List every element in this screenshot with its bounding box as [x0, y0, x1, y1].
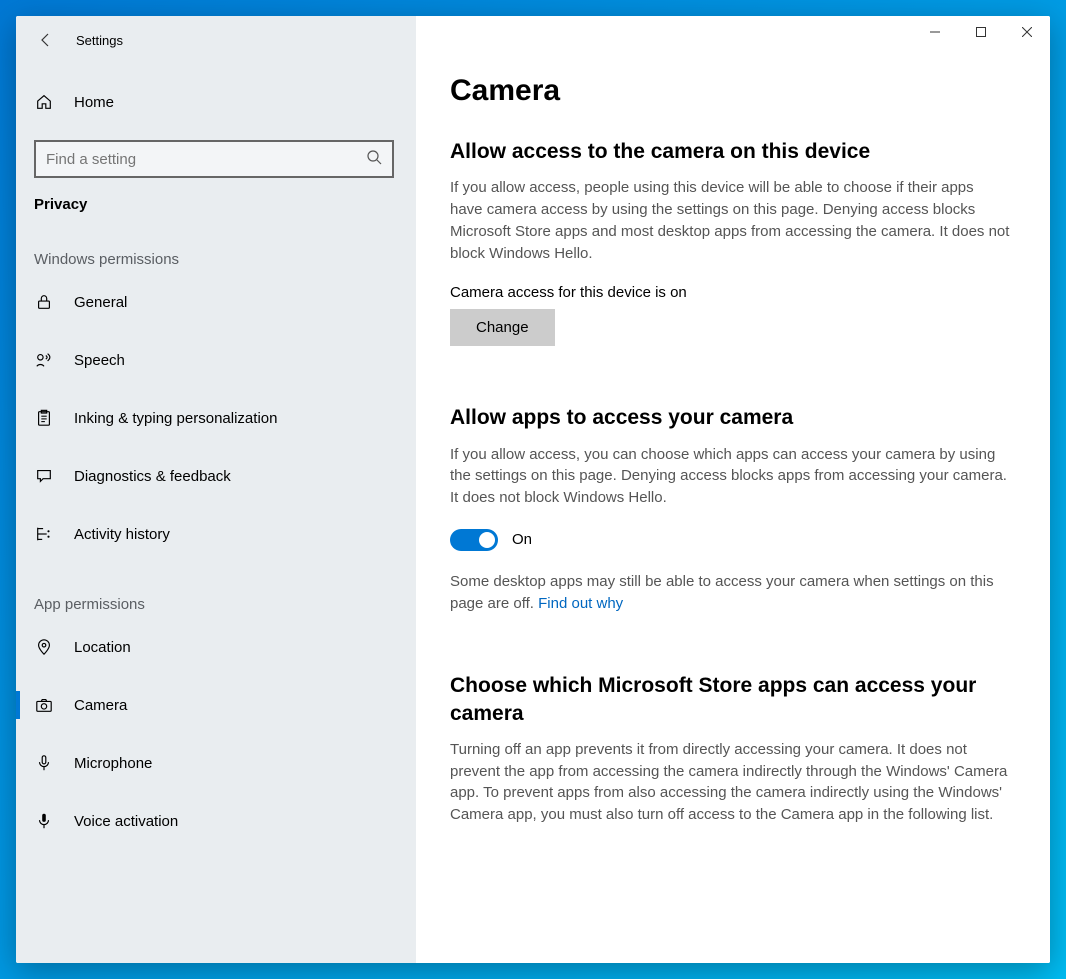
section-heading: Allow apps to access your camera	[450, 404, 1016, 431]
toggle-label: On	[512, 531, 532, 548]
content-pane: Camera Allow access to the camera on thi…	[416, 16, 1050, 963]
arrow-left-icon	[38, 32, 54, 48]
nav-voice-activation[interactable]: Voice activation	[16, 799, 412, 843]
change-button[interactable]: Change	[450, 309, 555, 346]
nav-activity-history[interactable]: Activity history	[16, 512, 412, 556]
section-body: If you allow access, you can choose whic…	[450, 444, 1010, 509]
history-icon	[34, 524, 54, 544]
section-choose-apps: Choose which Microsoft Store apps can ac…	[450, 672, 1016, 826]
nav-microphone[interactable]: Microphone	[16, 741, 412, 785]
nav-label: General	[74, 294, 127, 311]
search-box[interactable]	[34, 140, 394, 178]
toggle-knob	[479, 532, 495, 548]
nav-label: Camera	[74, 697, 127, 714]
nav-label: Voice activation	[74, 813, 178, 830]
nav-home-label: Home	[74, 94, 114, 111]
app-title: Settings	[76, 33, 123, 48]
device-access-status: Camera access for this device is on	[450, 284, 1016, 301]
nav-label: Speech	[74, 352, 125, 369]
search-icon	[366, 149, 382, 170]
section-body: If you allow access, people using this d…	[450, 177, 1010, 264]
nav-location[interactable]: Location	[16, 625, 412, 669]
camera-icon	[34, 695, 54, 715]
content-scroll[interactable]: Camera Allow access to the camera on thi…	[416, 16, 1050, 963]
speech-icon	[34, 350, 54, 370]
close-icon	[1022, 27, 1032, 37]
lock-icon	[34, 292, 54, 312]
nav-label: Location	[74, 639, 131, 656]
group-header: App permissions	[16, 596, 412, 613]
section-app-access: Allow apps to access your camera If you …	[450, 404, 1016, 614]
back-button[interactable]	[24, 18, 68, 62]
nav-label: Diagnostics & feedback	[74, 468, 231, 485]
section-body: Turning off an app prevents it from dire…	[450, 739, 1010, 826]
nav-inking-typing[interactable]: Inking & typing personalization	[16, 396, 412, 440]
nav-speech[interactable]: Speech	[16, 338, 412, 382]
category-title: Privacy	[16, 196, 412, 213]
nav-label: Activity history	[74, 526, 170, 543]
app-access-toggle[interactable]	[450, 529, 498, 551]
section-heading: Allow access to the camera on this devic…	[450, 138, 1016, 165]
microphone-icon	[34, 753, 54, 773]
nav-label: Inking & typing personalization	[74, 410, 277, 427]
minimize-icon	[930, 27, 940, 37]
settings-window: Settings Home Privacy Windows permissi	[16, 16, 1050, 963]
sidebar: Settings Home Privacy Windows permissi	[16, 16, 416, 963]
voice-icon	[34, 811, 54, 831]
group-header: Windows permissions	[16, 251, 412, 268]
nav-list-windows-permissions: General Speech Inking & typing personali…	[16, 280, 412, 556]
section-device-access: Allow access to the camera on this devic…	[450, 138, 1016, 346]
page-title: Camera	[450, 74, 1016, 108]
nav-camera[interactable]: Camera	[16, 683, 412, 727]
app-access-toggle-row: On	[450, 529, 1016, 551]
sidebar-scroll[interactable]: Home Privacy Windows permissions General	[16, 64, 416, 963]
clipboard-icon	[34, 408, 54, 428]
minimize-button[interactable]	[912, 16, 958, 48]
app-access-note: Some desktop apps may still be able to a…	[450, 571, 1010, 615]
title-bar: Settings	[16, 16, 416, 64]
nav-diagnostics-feedback[interactable]: Diagnostics & feedback	[16, 454, 412, 498]
nav-list-app-permissions: Location Camera Microphone Voice activat…	[16, 625, 412, 843]
note-text: Some desktop apps may still be able to a…	[450, 573, 994, 612]
maximize-icon	[976, 27, 986, 37]
feedback-icon	[34, 466, 54, 486]
find-out-why-link[interactable]: Find out why	[538, 595, 623, 612]
home-icon	[34, 92, 54, 112]
search-input[interactable]	[46, 151, 366, 168]
search-wrap	[16, 140, 412, 178]
location-icon	[34, 637, 54, 657]
maximize-button[interactable]	[958, 16, 1004, 48]
close-button[interactable]	[1004, 16, 1050, 48]
nav-label: Microphone	[74, 755, 152, 772]
window-controls	[912, 16, 1050, 48]
section-heading: Choose which Microsoft Store apps can ac…	[450, 672, 1016, 727]
nav-general[interactable]: General	[16, 280, 412, 324]
nav-home[interactable]: Home	[16, 78, 412, 126]
